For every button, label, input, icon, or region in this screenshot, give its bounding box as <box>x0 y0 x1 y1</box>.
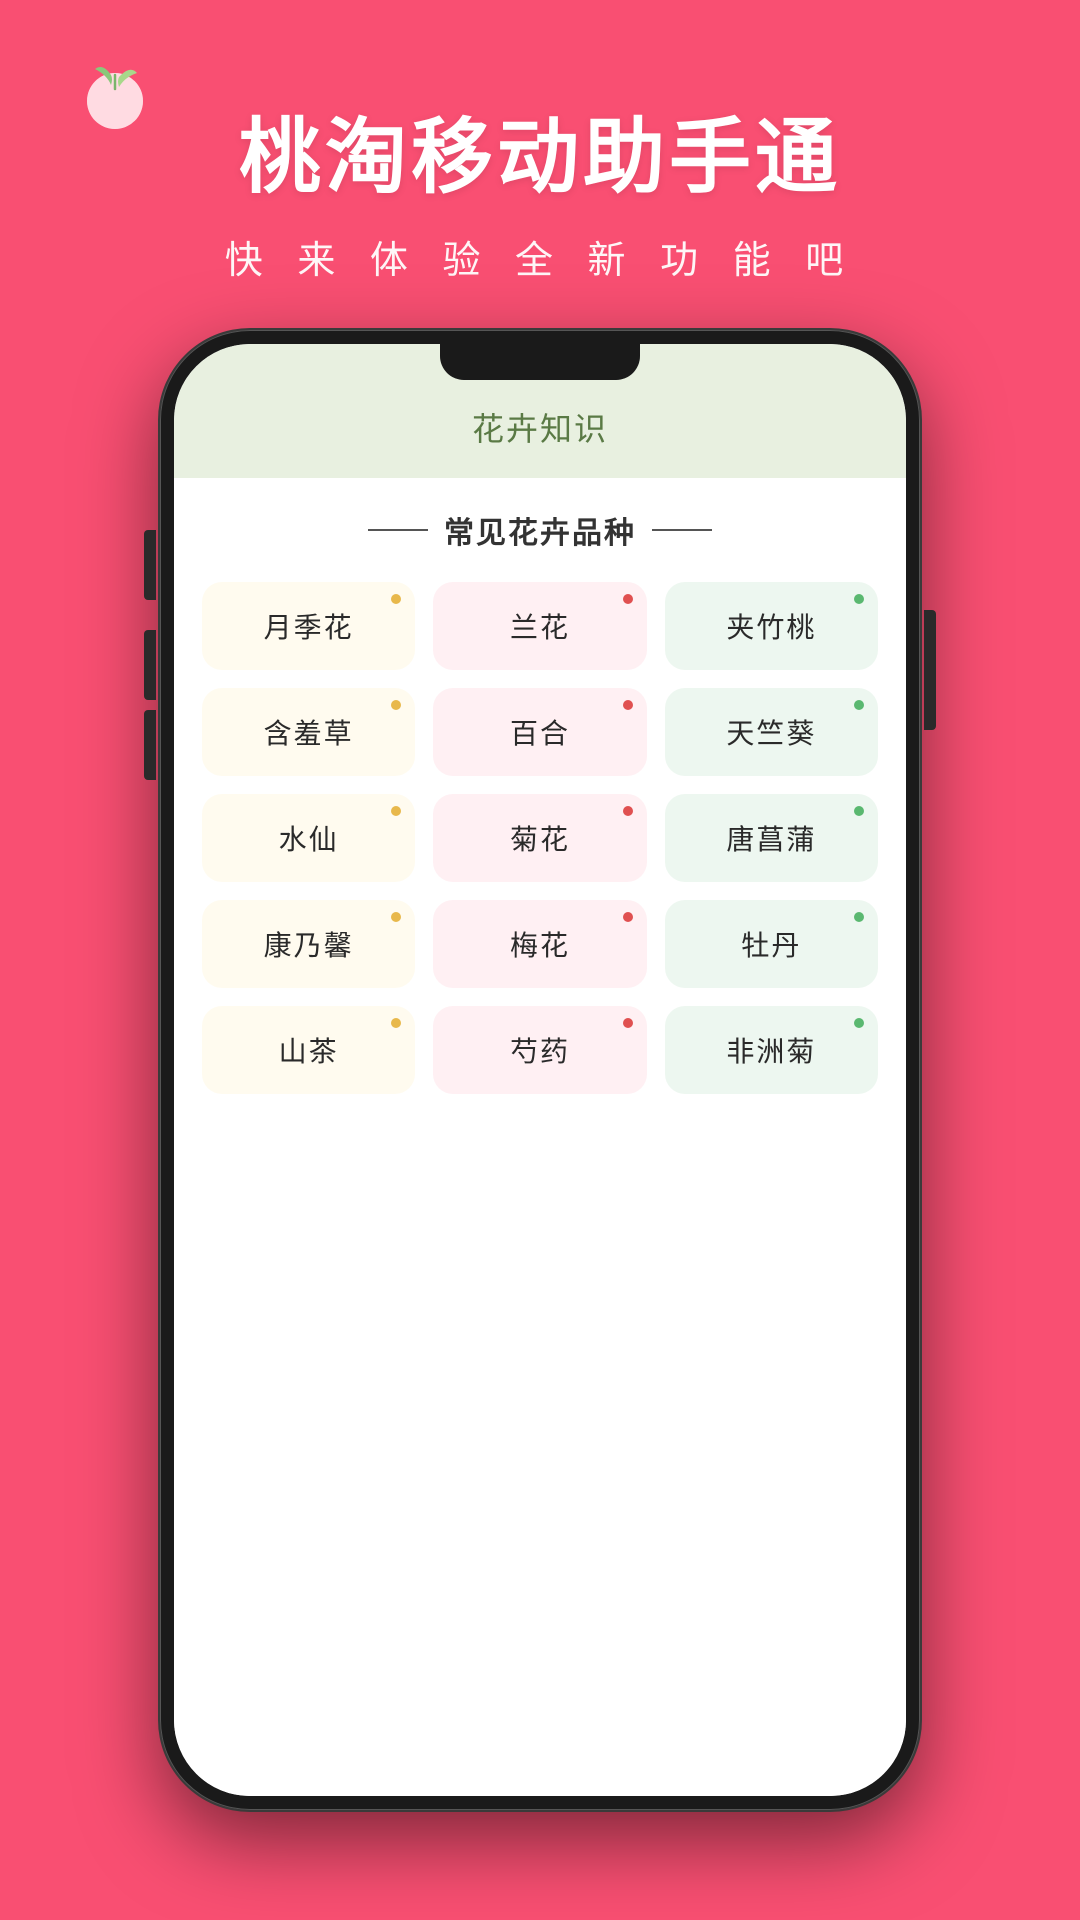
flower-card[interactable]: 山茶 <box>202 1006 415 1094</box>
flower-card[interactable]: 月季花 <box>202 582 415 670</box>
section-title: 常见花卉品种 <box>444 508 636 552</box>
flower-name: 天竺葵 <box>726 712 816 752</box>
flower-card[interactable]: 天竺葵 <box>665 688 878 776</box>
flower-name: 芍药 <box>510 1030 570 1070</box>
app-subtitle: 快 来 体 验 全 新 功 能 吧 <box>0 229 1080 284</box>
flower-dot <box>623 594 633 604</box>
flower-name: 百合 <box>510 712 570 752</box>
flower-dot <box>623 912 633 922</box>
flower-dot <box>391 700 401 710</box>
header-area: 桃淘移动助手通 快 来 体 验 全 新 功 能 吧 <box>0 0 1080 324</box>
flower-dot <box>854 1018 864 1028</box>
flower-grid: 月季花 兰花 夹竹桃含羞草 百合 天竺葵水仙 菊花 唐菖蒲康乃馨 梅花 牡丹山茶 芍药 非洲菊 <box>202 582 878 1094</box>
flower-card[interactable]: 水仙 <box>202 794 415 882</box>
flower-card[interactable]: 含羞草 <box>202 688 415 776</box>
screen-body: 常见花卉品种 月季花 兰花 夹竹桃含羞草 百合 天竺葵水仙 菊花 唐菖蒲康乃馨 梅花 牡丹山茶 芍… <box>174 478 906 1796</box>
flower-name: 菊花 <box>510 818 570 858</box>
app-title: 桃淘移动助手通 <box>0 90 1080 209</box>
flower-dot <box>623 700 633 710</box>
flower-name: 梅花 <box>510 924 570 964</box>
phone-screen: 花卉知识 常见花卉品种 月季花 兰花 夹竹桃含羞草 百合 天竺葵水仙 菊花 唐菖蒲康乃馨 梅花… <box>174 344 906 1796</box>
flower-card[interactable]: 芍药 <box>433 1006 646 1094</box>
flower-dot <box>391 1018 401 1028</box>
flower-name: 唐菖蒲 <box>726 818 816 858</box>
flower-dot <box>391 912 401 922</box>
flower-dot <box>854 594 864 604</box>
flower-card[interactable]: 兰花 <box>433 582 646 670</box>
flower-name: 水仙 <box>279 818 339 858</box>
flower-name: 康乃馨 <box>264 924 354 964</box>
logo-container <box>70 55 160 145</box>
flower-card[interactable]: 菊花 <box>433 794 646 882</box>
flower-card[interactable]: 非洲菊 <box>665 1006 878 1094</box>
flower-dot <box>854 912 864 922</box>
flower-dot <box>623 806 633 816</box>
flower-name: 牡丹 <box>741 924 801 964</box>
flower-dot <box>854 806 864 816</box>
phone-mockup: 花卉知识 常见花卉品种 月季花 兰花 夹竹桃含羞草 百合 天竺葵水仙 菊花 唐菖蒲康乃馨 梅花… <box>160 330 920 1810</box>
phone-notch <box>440 344 640 380</box>
section-title-row: 常见花卉品种 <box>202 508 878 552</box>
flower-dot <box>391 806 401 816</box>
phone-outer-frame: 花卉知识 常见花卉品种 月季花 兰花 夹竹桃含羞草 百合 天竺葵水仙 菊花 唐菖蒲康乃馨 梅花… <box>160 330 920 1810</box>
flower-card[interactable]: 唐菖蒲 <box>665 794 878 882</box>
flower-card[interactable]: 梅花 <box>433 900 646 988</box>
flower-card[interactable]: 夹竹桃 <box>665 582 878 670</box>
screen-header-title: 花卉知识 <box>472 411 608 447</box>
screen-content: 花卉知识 常见花卉品种 月季花 兰花 夹竹桃含羞草 百合 天竺葵水仙 菊花 唐菖蒲康乃馨 梅花… <box>174 344 906 1796</box>
section-line-right <box>652 529 712 531</box>
flower-name: 含羞草 <box>264 712 354 752</box>
flower-dot <box>854 700 864 710</box>
section-line-left <box>368 529 428 531</box>
flower-dot <box>623 1018 633 1028</box>
flower-card[interactable]: 百合 <box>433 688 646 776</box>
flower-card[interactable]: 康乃馨 <box>202 900 415 988</box>
flower-name: 兰花 <box>510 606 570 646</box>
flower-name: 月季花 <box>264 606 354 646</box>
flower-name: 山茶 <box>279 1030 339 1070</box>
flower-dot <box>391 594 401 604</box>
flower-name: 非洲菊 <box>726 1030 816 1070</box>
flower-card[interactable]: 牡丹 <box>665 900 878 988</box>
peach-logo-icon <box>75 55 155 135</box>
flower-name: 夹竹桃 <box>726 606 816 646</box>
